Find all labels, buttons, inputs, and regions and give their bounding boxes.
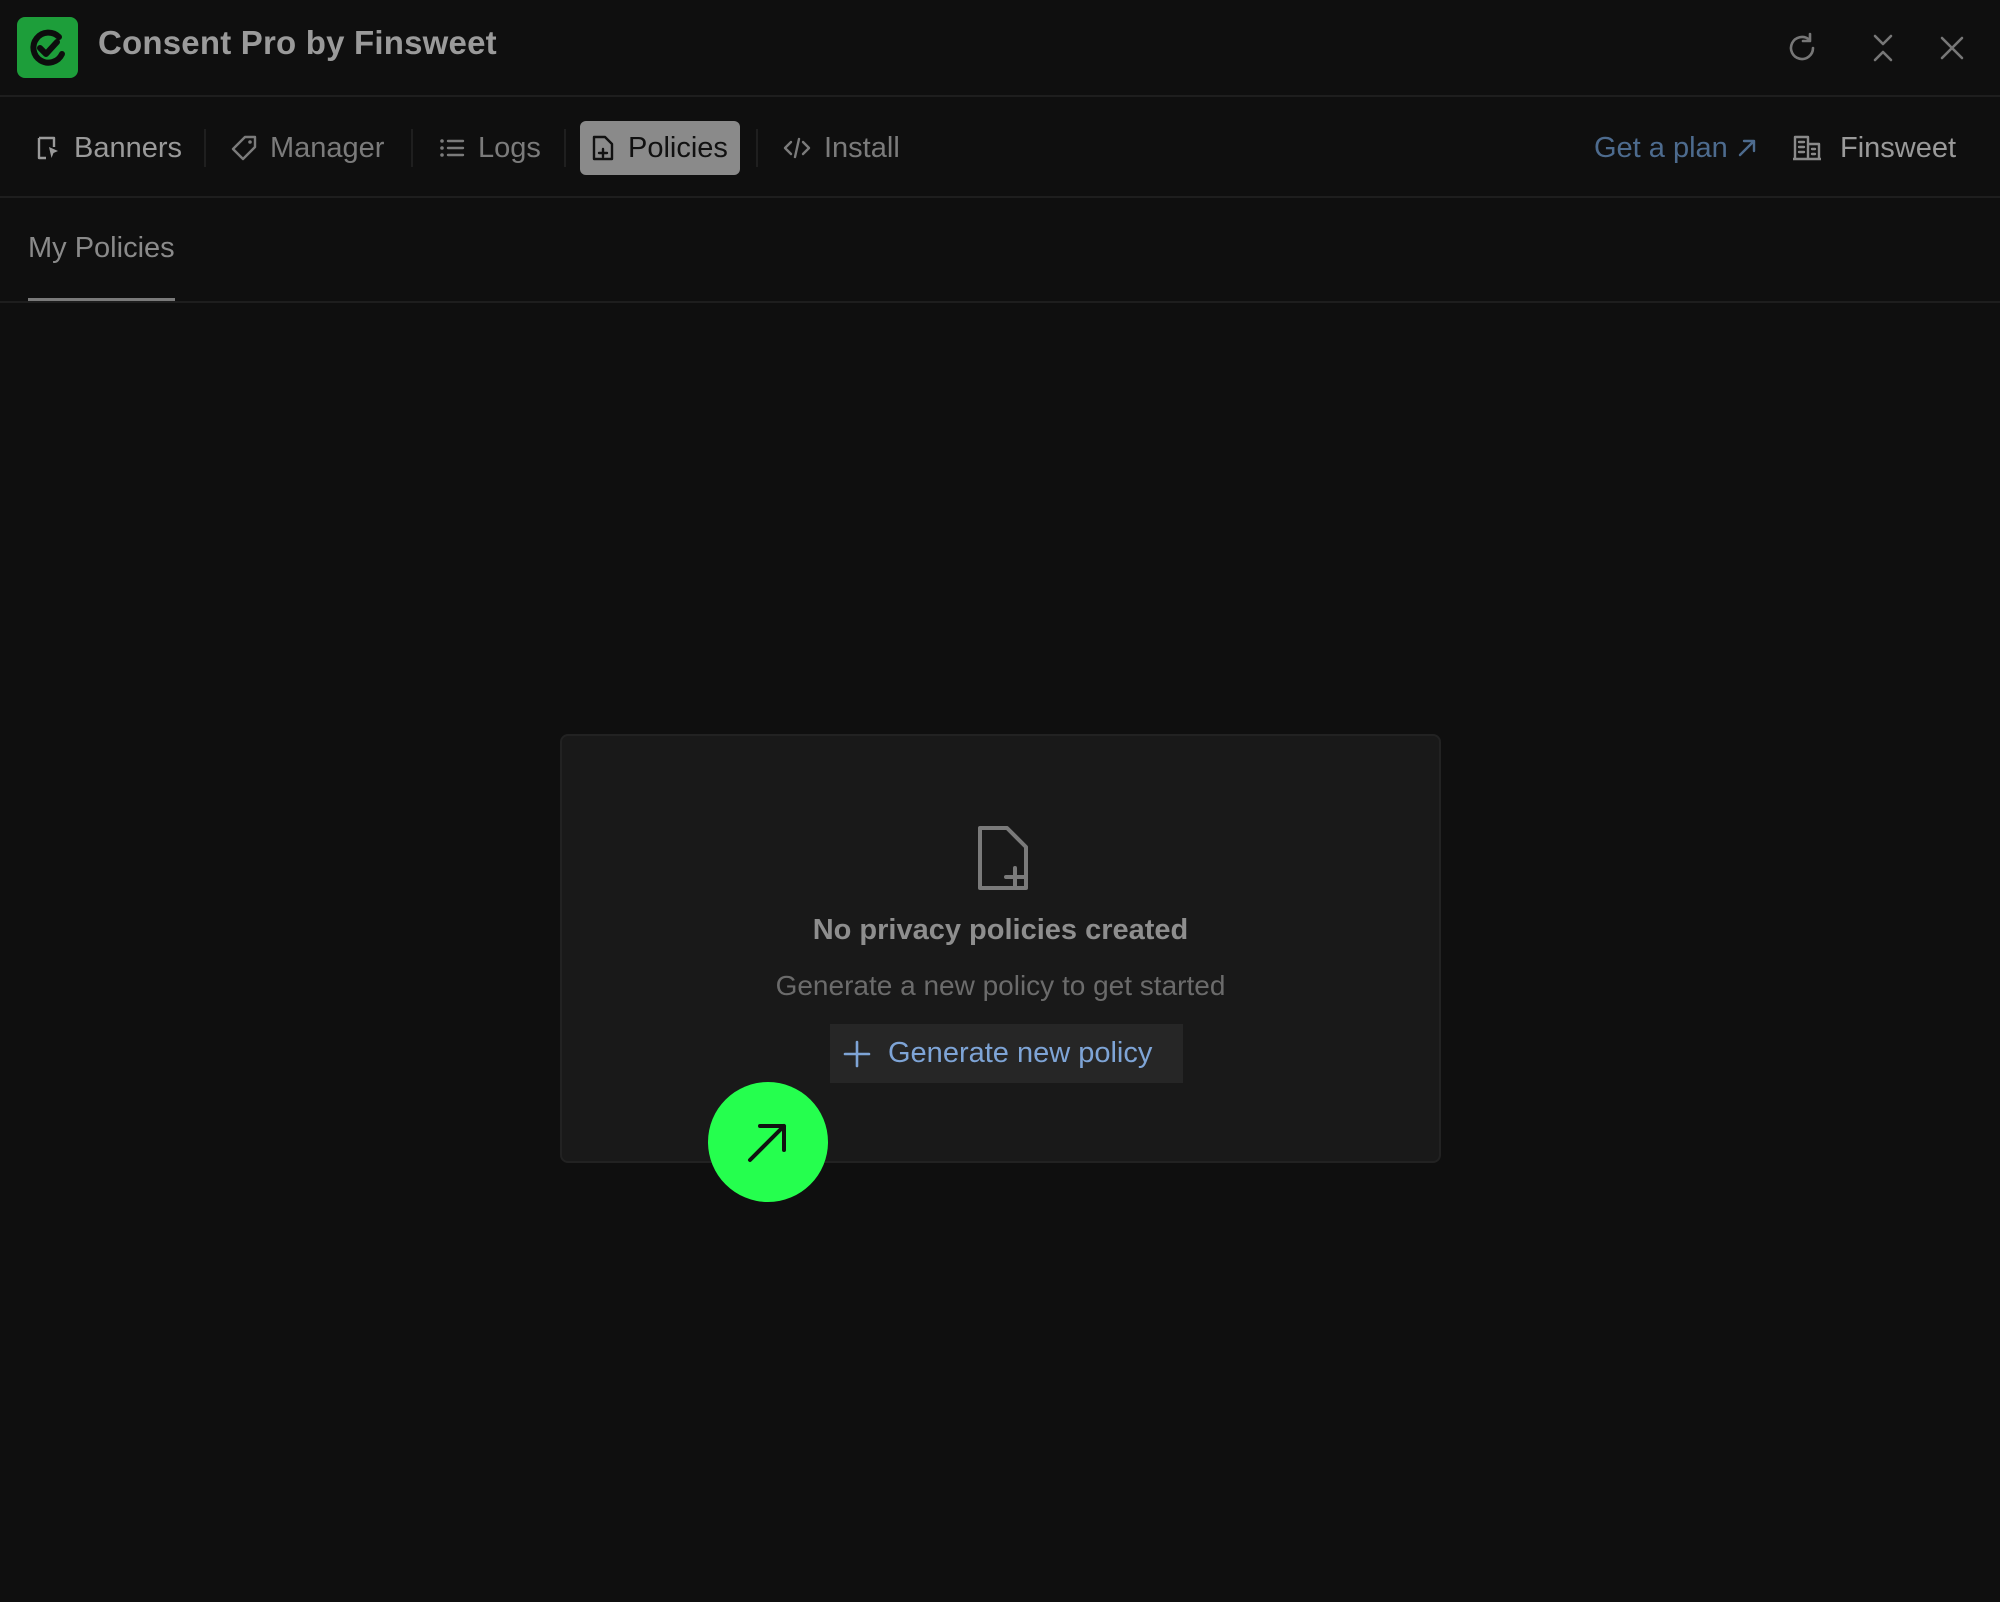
- app-title: Consent Pro by Finsweet: [98, 24, 497, 61]
- tab-manager-label: Manager: [270, 131, 385, 164]
- list-icon: [440, 139, 465, 157]
- main-nav: Banners Manager Logs Policies Install Ge…: [0, 97, 2000, 198]
- banner-icon: [37, 136, 58, 160]
- code-icon: [783, 137, 811, 159]
- tag-icon: [231, 135, 257, 161]
- get-plan-label: Get a plan: [1594, 131, 1728, 164]
- tab-policies-label: Policies: [628, 131, 728, 164]
- refresh-icon: [1789, 32, 1815, 61]
- app-logo: [17, 17, 78, 78]
- tab-manager[interactable]: Manager: [220, 121, 394, 175]
- sub-tabs: My Policies: [0, 198, 2000, 303]
- tab-banners[interactable]: Banners: [24, 121, 192, 175]
- plus-icon: [843, 1040, 871, 1067]
- check-logo-icon: [29, 29, 65, 66]
- tab-install-label: Install: [824, 131, 900, 164]
- external-link-icon: [1738, 139, 1756, 157]
- tab-logs-label: Logs: [478, 131, 541, 164]
- tab-my-policies-label: My Policies: [28, 231, 175, 264]
- nav-divider: [564, 129, 566, 167]
- document-icon: [592, 135, 614, 161]
- cursor-highlight: [708, 1082, 828, 1202]
- file-plus-icon: [978, 826, 1028, 890]
- empty-state-card: No privacy policies created Generate a n…: [560, 734, 1441, 1163]
- close-icon: [1940, 36, 1964, 60]
- tab-banners-label: Banners: [74, 131, 183, 164]
- collapse-icon: [1873, 34, 1893, 62]
- workspace-label: Finsweet: [1840, 131, 1957, 164]
- nav-divider: [756, 129, 758, 167]
- nav-divider: [204, 129, 206, 167]
- collapse-button[interactable]: [1861, 26, 1905, 70]
- empty-state-description: Generate a new policy to get started: [775, 970, 1226, 1001]
- refresh-button[interactable]: [1780, 26, 1824, 70]
- building-icon: [1793, 135, 1821, 161]
- get-plan-link[interactable]: Get a plan: [1594, 121, 1758, 175]
- tab-policies[interactable]: Policies: [580, 121, 740, 175]
- tab-logs[interactable]: Logs: [428, 121, 551, 175]
- tab-install[interactable]: Install: [772, 121, 910, 175]
- nav-divider: [411, 129, 413, 167]
- title-bar: Consent Pro by Finsweet: [0, 0, 2000, 97]
- empty-state-heading: No privacy policies created: [812, 914, 1189, 946]
- tab-my-policies[interactable]: My Policies: [28, 198, 175, 301]
- close-button[interactable]: [1930, 26, 1974, 70]
- generate-new-policy-label: Generate new policy: [888, 1037, 1153, 1069]
- workspace-selector[interactable]: Finsweet: [1792, 121, 1956, 175]
- arrow-up-right-icon: [748, 1124, 786, 1162]
- generate-new-policy-button[interactable]: Generate new policy: [830, 1024, 1183, 1083]
